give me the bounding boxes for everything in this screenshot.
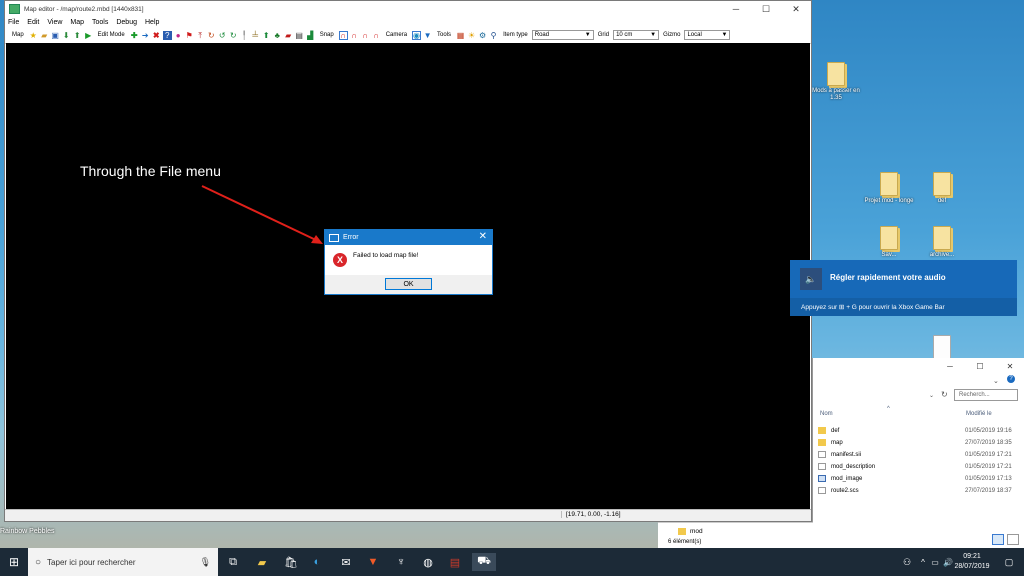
steam-icon[interactable]: ◍ (419, 553, 437, 571)
column-modified[interactable]: Modifié le (966, 411, 992, 417)
window-icon (329, 233, 339, 242)
speaker-icon: 🔈 (800, 268, 822, 290)
edge-icon[interactable]: ◐ (308, 553, 326, 571)
search-placeholder: Recherch... (959, 392, 990, 398)
error-icon: X (333, 253, 347, 267)
maximize-button[interactable]: ☐ (965, 358, 995, 374)
brave-icon[interactable]: ▼ (364, 553, 382, 571)
clock-date: 28/07/2019 (954, 563, 990, 570)
file-date: 27/07/2019 18:37 (965, 487, 1012, 494)
list-item[interactable]: def 01/05/2019 19:16 (818, 425, 1023, 436)
error-dialog: Error ✕ X Failed to load map file! OK (324, 229, 493, 295)
explorer-nav-pane: mod 6 élément(s) (658, 522, 813, 549)
taskbar-search-placeholder: Taper ici pour rechercher (47, 557, 136, 567)
refresh-icon[interactable]: ↻ (941, 390, 948, 399)
system-clock[interactable]: 09:21 28/07/2019 (952, 552, 992, 572)
item-count: 6 élément(s) (668, 539, 702, 545)
dialog-close-button[interactable]: ✕ (479, 231, 487, 242)
file-icon (818, 463, 826, 470)
dialog-titlebar: Error ✕ (325, 230, 492, 245)
taskbar: ⊞ ○ Taper ici pour rechercher 🎙 ⧉ ▰ 🛍 ◐ … (0, 548, 1024, 576)
file-name: mod_description (831, 463, 876, 470)
mail-icon[interactable]: ✉ (337, 553, 355, 571)
file-date: 01/05/2019 17:21 (965, 451, 1012, 458)
notification-center-icon[interactable]: ▢ (1000, 553, 1018, 571)
dialog-title: Error (343, 234, 359, 241)
map-editor-task-icon[interactable]: ⛟ (472, 553, 496, 571)
list-item[interactable]: manifest.sii 01/05/2019 17:21 (818, 449, 1023, 460)
help-icon[interactable]: ? (1007, 375, 1015, 383)
microphone-icon[interactable]: 🎙 (200, 557, 211, 568)
file-name: route2.scs (831, 487, 859, 494)
nav-item-mod[interactable]: mod (690, 528, 703, 535)
task-view-icon[interactable]: ⧉ (224, 553, 242, 571)
large-icons-view-icon[interactable] (1007, 534, 1019, 545)
clock-time: 09:21 (963, 553, 981, 560)
folder-icon (818, 427, 826, 434)
dropdown-chevron-icon[interactable]: ⌄ (929, 392, 934, 399)
file-name: map (831, 439, 843, 446)
file-icon (818, 451, 826, 458)
file-explorer-window: ─ ☐ ✕ ⌄ ? ⌄ ↻ Recherch... Nom ^ Modifié … (812, 358, 1024, 548)
list-item[interactable]: mod_image 01/05/2019 17:13 (818, 473, 1023, 484)
explorer-window-controls: ─ ☐ ✕ (935, 358, 1024, 374)
file-date: 01/05/2019 19:16 (965, 427, 1012, 434)
file-name: manifest.sii (831, 451, 862, 458)
store-icon[interactable]: 🛍 (282, 553, 300, 571)
ok-button[interactable]: OK (385, 278, 432, 290)
column-header: Nom ^ Modifié le (813, 406, 1024, 422)
minimize-button[interactable]: ─ (935, 358, 965, 374)
xbox-notification[interactable]: 🔈 Régler rapidement votre audio Appuyez … (790, 260, 1017, 316)
details-view-icon[interactable] (992, 534, 1004, 545)
windows-start-icon[interactable]: ⊞ (0, 548, 28, 576)
taskbar-search-box[interactable]: ○ Taper ici pour rechercher 🎙 (28, 548, 218, 576)
file-explorer-icon[interactable]: ▰ (253, 553, 271, 571)
file-name: def (831, 427, 840, 434)
folder-icon (818, 439, 826, 446)
truck-game-icon[interactable]: ▤ (446, 553, 464, 571)
search-icon: ○ (35, 556, 42, 568)
file-date: 27/07/2019 18:35 (965, 439, 1012, 446)
explorer-search-input[interactable]: Recherch... (954, 389, 1018, 401)
ribbon-expand-icon[interactable]: ⌄ (993, 377, 999, 385)
list-item[interactable]: map 27/07/2019 18:35 (818, 437, 1023, 448)
file-icon (818, 487, 826, 494)
folder-icon (678, 528, 686, 535)
app-icon[interactable]: ♆ (392, 553, 410, 571)
file-name: mod_image (831, 475, 863, 482)
image-file-icon (818, 475, 826, 482)
list-item[interactable]: route2.scs 27/07/2019 18:37 (818, 485, 1023, 496)
notification-title: Régler rapidement votre audio (830, 273, 946, 282)
list-item[interactable]: mod_description 01/05/2019 17:21 (818, 461, 1023, 472)
error-message: Failed to load map file! (353, 252, 419, 259)
column-name[interactable]: Nom (820, 411, 833, 417)
dialog-footer: OK (325, 275, 492, 294)
file-date: 01/05/2019 17:13 (965, 475, 1012, 482)
file-date: 01/05/2019 17:21 (965, 463, 1012, 470)
close-button[interactable]: ✕ (995, 358, 1024, 374)
sort-arrow-icon: ^ (887, 406, 890, 412)
notification-subtitle: Appuyez sur ⊞ + G pour ouvrir la Xbox Ga… (790, 298, 1017, 316)
